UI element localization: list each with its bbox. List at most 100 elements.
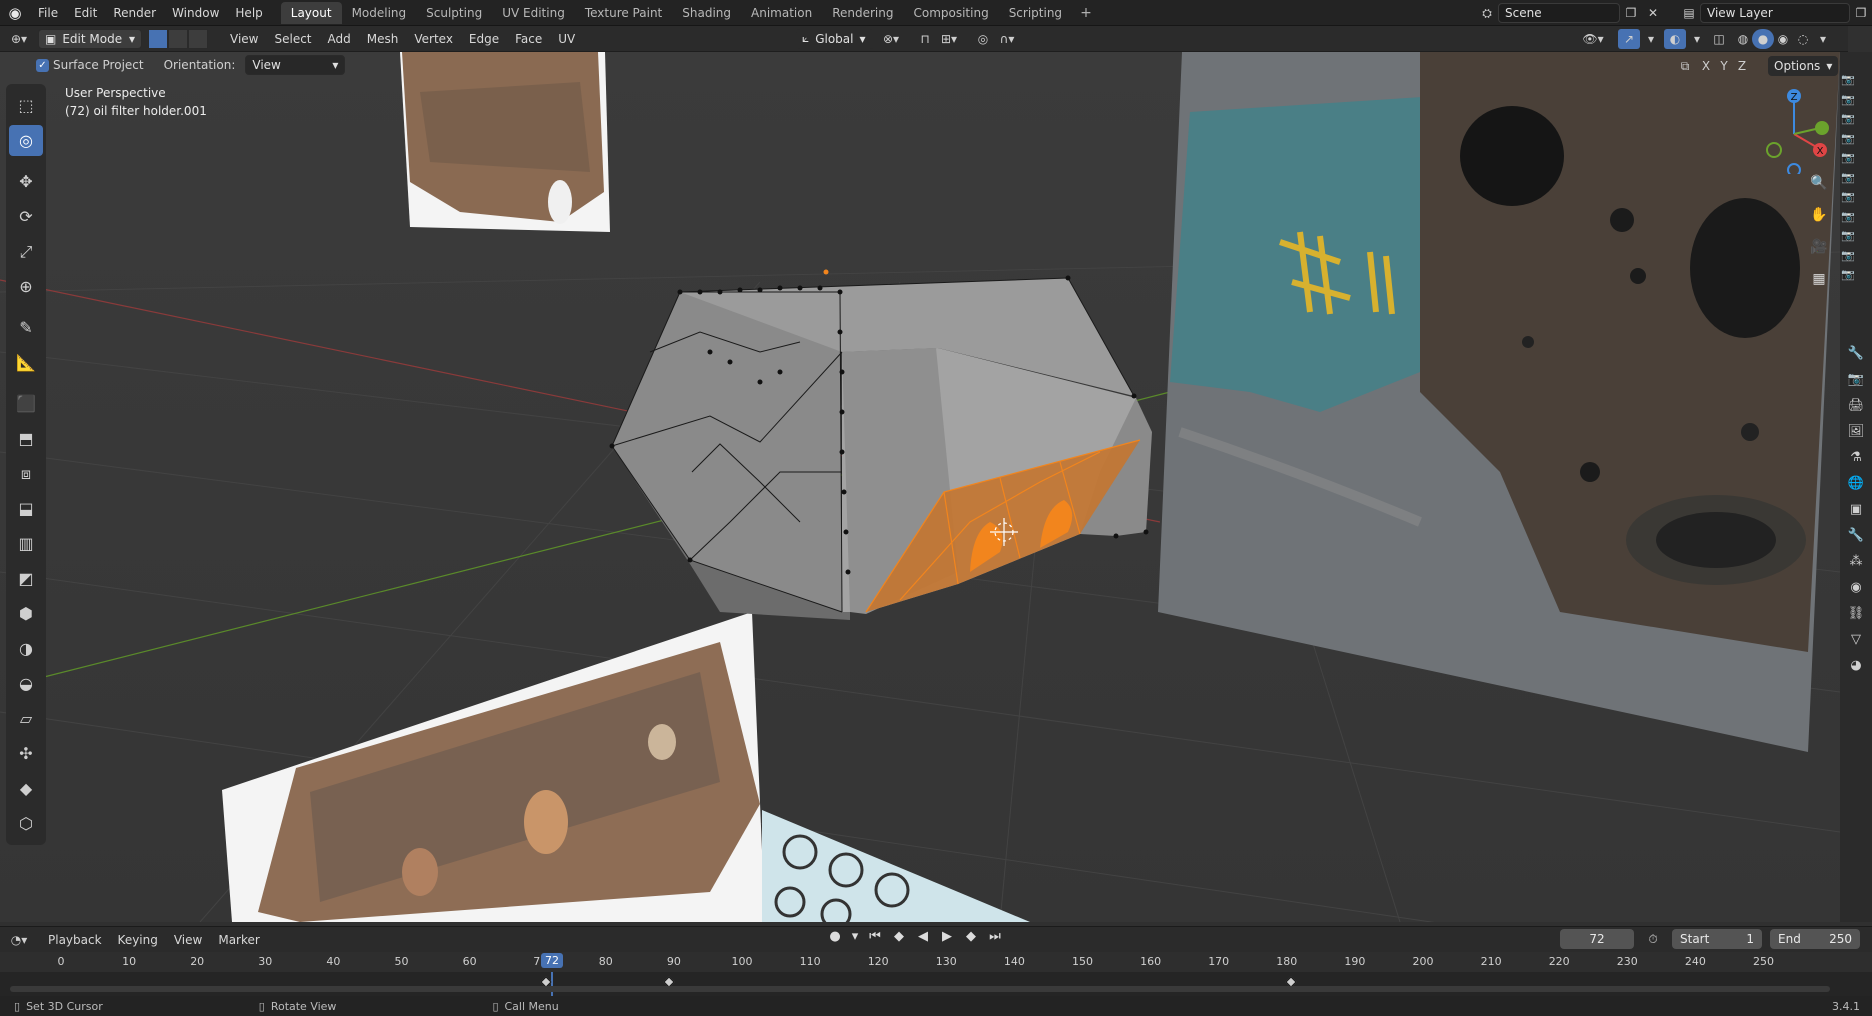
axis-z-toggle[interactable]: Z xyxy=(1734,56,1750,76)
timeline-editor-type-icon[interactable]: ◔▾ xyxy=(8,930,30,950)
scene-properties-icon[interactable]: ⚗ xyxy=(1844,444,1868,470)
pivot-icon[interactable]: ⊗▾ xyxy=(880,29,902,49)
edge-slide-tool-icon[interactable]: ▱ xyxy=(9,703,43,734)
tab-sculpting[interactable]: Sculpting xyxy=(416,2,492,24)
material-shading-icon[interactable]: ◉ xyxy=(1772,29,1794,49)
camera-icon[interactable]: 📷 xyxy=(1838,207,1858,227)
camera-icon[interactable]: 📷 xyxy=(1838,265,1858,285)
current-frame-field[interactable]: 72 xyxy=(1560,929,1634,949)
play-icon[interactable]: ▶ xyxy=(938,929,956,944)
menu-select[interactable]: Select xyxy=(266,32,319,46)
knife-tool-icon[interactable]: ◩ xyxy=(9,563,43,594)
view-layer-field[interactable]: View Layer xyxy=(1700,3,1850,23)
physics-properties-icon[interactable]: ◉ xyxy=(1844,574,1868,600)
tab-texture-paint[interactable]: Texture Paint xyxy=(575,2,672,24)
record-dropdown-icon[interactable]: ▾ xyxy=(850,929,860,944)
next-keyframe-icon[interactable]: ◆ xyxy=(962,929,980,944)
surface-project-checkbox[interactable]: ✓ xyxy=(36,58,49,72)
scene-field[interactable]: Scene xyxy=(1498,3,1620,23)
vertex-select-button[interactable] xyxy=(148,28,168,49)
menu-timeline-view[interactable]: View xyxy=(166,933,210,947)
gizmo-y-axis[interactable] xyxy=(1815,121,1829,135)
face-select-button[interactable] xyxy=(188,28,208,49)
camera-icon[interactable]: 📷 xyxy=(1838,70,1858,90)
menu-vertex[interactable]: Vertex xyxy=(406,32,461,46)
tab-shading[interactable]: Shading xyxy=(672,2,741,24)
editor-type-icon[interactable]: ⊕▾ xyxy=(8,29,30,49)
view-layer-properties-icon[interactable]: 🖼 xyxy=(1844,418,1868,444)
menu-edit[interactable]: Edit xyxy=(66,0,105,26)
bevel-tool-icon[interactable]: ⬓ xyxy=(9,493,43,524)
blender-logo-icon[interactable]: ◉ xyxy=(0,0,30,26)
wireframe-shading-icon[interactable]: ◍ xyxy=(1732,29,1754,49)
tab-scripting[interactable]: Scripting xyxy=(999,2,1072,24)
menu-window[interactable]: Window xyxy=(164,0,227,26)
timeline-scrollbar[interactable] xyxy=(10,986,1830,992)
new-scene-icon[interactable]: ❐ xyxy=(1620,3,1642,23)
overlay-dropdown-icon[interactable]: ▾ xyxy=(1686,29,1708,49)
camera-view-icon[interactable]: 🎥 xyxy=(1806,234,1832,260)
material-properties-icon[interactable]: ◕ xyxy=(1844,652,1868,678)
tab-rendering[interactable]: Rendering xyxy=(822,2,903,24)
measure-tool-icon[interactable]: 📐 xyxy=(9,347,43,378)
camera-icon[interactable]: 📷 xyxy=(1838,148,1858,168)
edge-select-button[interactable] xyxy=(168,28,188,49)
rotate-tool-icon[interactable]: ⟳ xyxy=(9,201,43,232)
camera-icon[interactable]: 📷 xyxy=(1838,129,1858,149)
tab-animation[interactable]: Animation xyxy=(741,2,822,24)
gizmo-neg-y[interactable] xyxy=(1766,142,1782,158)
camera-icon[interactable]: 📷 xyxy=(1838,187,1858,207)
annotate-tool-icon[interactable]: ✎ xyxy=(9,312,43,343)
delete-scene-icon[interactable]: ✕ xyxy=(1642,3,1664,23)
pan-hand-icon[interactable]: ✋ xyxy=(1806,202,1832,228)
camera-icon[interactable]: 📷 xyxy=(1838,226,1858,246)
playhead-line[interactable] xyxy=(551,972,553,996)
menu-help[interactable]: Help xyxy=(227,0,270,26)
smooth-tool-icon[interactable]: ◒ xyxy=(9,668,43,699)
jump-start-icon[interactable]: ⏮ xyxy=(866,929,884,944)
gizmo-dropdown-icon[interactable]: ▾ xyxy=(1640,29,1662,49)
jump-end-icon[interactable]: ⏭ xyxy=(986,929,1004,944)
data-properties-icon[interactable]: ▽ xyxy=(1844,626,1868,652)
snap-target-icon[interactable]: ⊞▾ xyxy=(938,29,960,49)
transform-tool-icon[interactable]: ⊕ xyxy=(9,271,43,302)
tab-modeling[interactable]: Modeling xyxy=(342,2,417,24)
3d-viewport[interactable]: User Perspective (72) oil filter holder.… xyxy=(0,52,1840,922)
tab-uv-editing[interactable]: UV Editing xyxy=(492,2,575,24)
poly-build-tool-icon[interactable]: ⬢ xyxy=(9,598,43,629)
tool-properties-icon[interactable]: 🔧 xyxy=(1844,340,1868,366)
visibility-icon[interactable]: 👁▾ xyxy=(1582,29,1604,49)
spin-tool-icon[interactable]: ◑ xyxy=(9,633,43,664)
scale-tool-icon[interactable]: ⤢ xyxy=(9,236,43,267)
select-box-tool-icon[interactable]: ⬚ xyxy=(9,90,43,121)
loop-cut-tool-icon[interactable]: ▥ xyxy=(9,528,43,559)
proportional-edit-icon[interactable]: ◎ xyxy=(972,29,994,49)
rip-tool-icon[interactable]: ⬡ xyxy=(9,808,43,839)
shrink-fatten-tool-icon[interactable]: ✣ xyxy=(9,738,43,769)
solid-shading-icon[interactable]: ● xyxy=(1752,28,1774,49)
camera-icon[interactable]: 📷 xyxy=(1838,168,1858,188)
overlay-toggle-icon[interactable]: ◐ xyxy=(1664,28,1686,49)
shear-tool-icon[interactable]: ◆ xyxy=(9,773,43,804)
play-reverse-icon[interactable]: ◀ xyxy=(914,929,932,944)
start-frame-field[interactable]: Start 1 xyxy=(1672,929,1762,949)
render-properties-icon[interactable]: 📷 xyxy=(1844,366,1868,392)
object-properties-icon[interactable]: ▣ xyxy=(1844,496,1868,522)
add-cube-tool-icon[interactable]: ⬛ xyxy=(9,388,43,419)
gizmo-neg-z[interactable] xyxy=(1787,163,1801,177)
navigation-gizmo[interactable]: Z X xyxy=(1754,84,1834,177)
snap-icon[interactable]: ⊓ xyxy=(914,29,936,49)
menu-keying[interactable]: Keying xyxy=(110,933,166,947)
menu-render[interactable]: Render xyxy=(105,0,164,26)
menu-add[interactable]: Add xyxy=(320,32,359,46)
falloff-icon[interactable]: ∩▾ xyxy=(996,29,1018,49)
scene-icon[interactable]: ⛭ xyxy=(1476,3,1498,23)
output-properties-icon[interactable]: 🖨 xyxy=(1844,392,1868,418)
menu-playback[interactable]: Playback xyxy=(40,933,110,947)
xray-icon[interactable]: ◫ xyxy=(1708,29,1730,49)
shading-dropdown-icon[interactable]: ▾ xyxy=(1812,29,1834,49)
timeline-area[interactable]: 0 10 20 30 40 50 60 7 80 90 100 110 120 130 140 150 160 1… xyxy=(0,952,1872,996)
camera-icon[interactable]: 📷 xyxy=(1838,90,1858,110)
tab-layout[interactable]: Layout xyxy=(280,1,342,24)
inset-tool-icon[interactable]: ⧈ xyxy=(9,458,43,489)
